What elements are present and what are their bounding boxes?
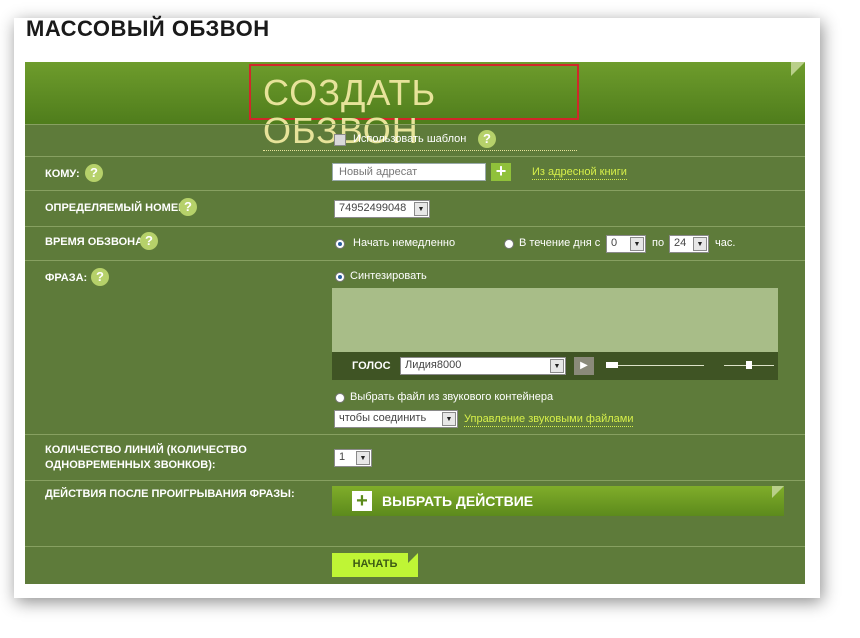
row-divider bbox=[25, 190, 805, 191]
chevron-down-icon: ▼ bbox=[550, 359, 564, 373]
start-now-radio[interactable] bbox=[335, 239, 345, 249]
choose-action-label: ВЫБРАТЬ ДЕЙСТВИЕ bbox=[382, 493, 534, 509]
use-template-checkbox[interactable] bbox=[334, 134, 346, 146]
lines-value: 1 bbox=[339, 451, 346, 463]
actions-label: ДЕЙСТВИЯ ПОСЛЕ ПРОИГРЫВАНИЯ ФРАЗЫ: bbox=[45, 488, 295, 500]
start-label: НАЧАТЬ bbox=[352, 558, 398, 570]
call-form-panel: СОЗДАТЬ ОБЗВОН Использовать шаблон ? КОМ… bbox=[25, 62, 805, 584]
chevron-down-icon: ▼ bbox=[414, 202, 428, 216]
hours-label: час. bbox=[715, 237, 736, 249]
phrase-label: ФРАЗА: bbox=[45, 272, 88, 284]
caller-id-select[interactable]: 74952499048 ▼ bbox=[334, 200, 430, 218]
start-button[interactable]: НАЧАТЬ bbox=[332, 553, 418, 577]
lines-label-line1: КОЛИЧЕСТВО ЛИНИЙ (КОЛИЧЕСТВО bbox=[45, 444, 247, 456]
manage-sound-files-link[interactable]: Управление звуковыми файлами bbox=[464, 413, 634, 427]
phrase-help-icon[interactable]: ? bbox=[91, 268, 109, 286]
to-hour-value: 24 bbox=[674, 237, 687, 249]
page-title: МАССОВЫЙ ОБЗВОН bbox=[26, 16, 270, 41]
to-hour-label: по bbox=[652, 237, 665, 249]
row-divider bbox=[25, 226, 805, 227]
synthesize-radio[interactable] bbox=[335, 272, 345, 282]
voice-value: Лидия8000 bbox=[405, 359, 462, 371]
start-now-label: Начать немедленно bbox=[353, 237, 456, 249]
row-divider bbox=[25, 156, 805, 157]
chevron-down-icon: ▼ bbox=[693, 237, 707, 251]
row-divider bbox=[25, 546, 805, 547]
choose-file-radio[interactable] bbox=[335, 393, 345, 403]
add-recipient-button[interactable]: + bbox=[491, 162, 511, 181]
to-hour-select[interactable]: 24 ▼ bbox=[669, 235, 709, 253]
sound-file-value: чтобы соединить bbox=[339, 412, 427, 424]
during-day-radio[interactable] bbox=[504, 239, 514, 249]
lines-label-line2: ОДНОВРЕМЕННЫХ ЗВОНКОВ): bbox=[45, 459, 216, 471]
chevron-down-icon: ▼ bbox=[630, 237, 644, 251]
address-book-link[interactable]: Из адресной книги bbox=[532, 166, 627, 180]
sound-file-select[interactable]: чтобы соединить ▼ bbox=[334, 410, 458, 428]
caller-id-value: 74952499048 bbox=[339, 202, 407, 214]
during-day-label: В течение дня с bbox=[519, 237, 601, 249]
call-time-label: ВРЕМЯ ОБЗВОНА bbox=[45, 236, 144, 248]
header-corner bbox=[791, 62, 805, 76]
choose-action-button[interactable]: + ВЫБРАТЬ ДЕЙСТВИЕ bbox=[332, 486, 784, 516]
voice-select[interactable]: Лидия8000 ▼ bbox=[400, 357, 566, 375]
row-divider bbox=[25, 434, 805, 435]
chevron-down-icon: ▼ bbox=[442, 412, 456, 426]
header-title-highlight: СОЗДАТЬ ОБЗВОН bbox=[249, 64, 579, 151]
synthesize-label: Синтезировать bbox=[350, 270, 427, 282]
to-label: КОМУ: bbox=[45, 168, 80, 180]
row-divider bbox=[25, 260, 805, 261]
call-time-help-icon[interactable]: ? bbox=[140, 232, 158, 250]
from-hour-select[interactable]: 0 ▼ bbox=[606, 235, 646, 253]
play-icon[interactable]: ▶ bbox=[574, 357, 594, 375]
choose-file-label: Выбрать файл из звукового контейнера bbox=[350, 391, 554, 403]
row-divider bbox=[25, 124, 805, 125]
plus-icon: + bbox=[352, 491, 372, 511]
chevron-down-icon: ▼ bbox=[356, 451, 370, 465]
voice-bar: ГОЛОС Лидия8000 ▼ ▶ bbox=[332, 352, 778, 380]
volume-handle[interactable] bbox=[746, 361, 752, 369]
lines-select[interactable]: 1 ▼ bbox=[334, 449, 372, 467]
progress-handle[interactable] bbox=[606, 362, 618, 368]
progress-track[interactable] bbox=[606, 365, 704, 366]
caller-id-help-icon[interactable]: ? bbox=[179, 198, 197, 216]
use-template-label: Использовать шаблон bbox=[353, 133, 467, 145]
to-help-icon[interactable]: ? bbox=[85, 164, 103, 182]
form-header: СОЗДАТЬ ОБЗВОН bbox=[25, 62, 805, 151]
caller-id-label: ОПРЕДЕЛЯЕМЫЙ НОМЕР bbox=[45, 202, 186, 214]
row-divider bbox=[25, 480, 805, 481]
from-hour-value: 0 bbox=[611, 237, 618, 249]
phrase-textarea[interactable] bbox=[332, 288, 778, 352]
template-help-icon[interactable]: ? bbox=[478, 130, 496, 148]
voice-label: ГОЛОС bbox=[352, 360, 391, 372]
button-corner bbox=[772, 486, 784, 498]
recipient-input[interactable]: Новый адресат bbox=[332, 163, 486, 181]
